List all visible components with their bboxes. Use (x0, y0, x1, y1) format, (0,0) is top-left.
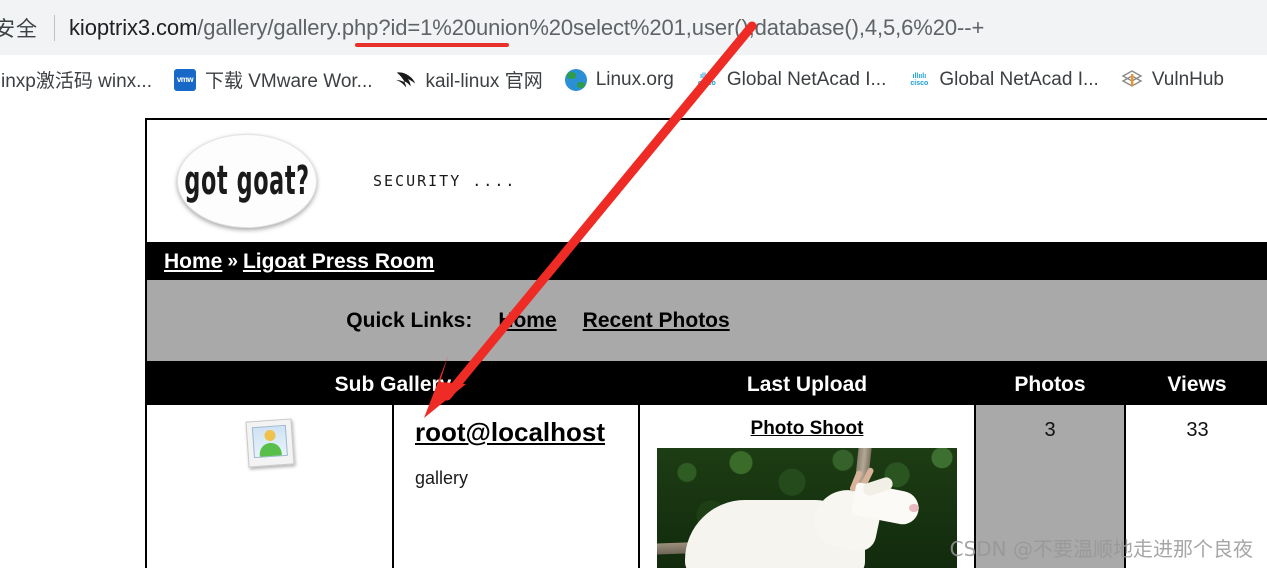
last-upload-cell: Photo Shoot (639, 405, 976, 568)
cisco-icon: ıllıılı cisco (910, 72, 929, 87)
bookmark-label: VulnHub (1151, 68, 1224, 90)
bookmark-label: 下载 VMware Wor... (204, 71, 373, 92)
bookmarks-bar: inxp激活码 winx... vmw 下载 VMware Wor... kai… (0, 56, 1267, 104)
table-header-row: Sub Gallery Last Upload Photos Views (147, 364, 1267, 405)
quick-links-label: Quick Links: (346, 308, 473, 332)
column-header-views[interactable]: Views (1125, 364, 1267, 405)
column-header-sub-gallery[interactable]: Sub Gallery (147, 364, 639, 405)
gallery-thumbnail-cell (147, 405, 394, 568)
site-container: got goat? SECURITY .... Home » Ligoat Pr… (145, 118, 1267, 568)
site-logo[interactable]: got goat? (177, 134, 317, 228)
security-status-label[interactable]: 安全 (0, 13, 38, 43)
breadcrumb-current-link[interactable]: Ligoat Press Room (243, 250, 434, 274)
bookmark-label: Global NetAcad I... (939, 68, 1099, 90)
url-path: /gallery/gallery.php?id=1%20union%20sele… (197, 14, 985, 40)
url-text[interactable]: kioptrix3.com/gallery/gallery.php?id=1%2… (69, 15, 984, 41)
breadcrumb-separator: » (227, 251, 238, 272)
omnibox-divider (54, 14, 55, 41)
vmware-icon: vmw (173, 68, 196, 91)
bookmark-vmware[interactable]: vmw 下载 VMware Wor... (173, 66, 373, 93)
bookmark-netacad-2[interactable]: ıllıılı cisco Global NetAcad I... (908, 69, 1098, 91)
site-header: got goat? SECURITY .... (147, 120, 1267, 242)
column-header-last-upload[interactable]: Last Upload (639, 364, 975, 405)
bookmark-vulnhub[interactable]: VulnHub (1121, 69, 1224, 91)
logo-text: got goat? (184, 158, 310, 204)
quick-link-home[interactable]: Home (498, 309, 556, 333)
white-goat-photo[interactable] (657, 448, 957, 568)
column-header-photos[interactable]: Photos (975, 364, 1125, 405)
bookmark-label: Linux.org (595, 68, 674, 90)
last-upload-link[interactable]: Photo Shoot (751, 418, 864, 439)
vulnhub-icon (1121, 69, 1143, 91)
bookmark-netacad-1[interactable]: ıllıılı cisco Global NetAcad I... (696, 69, 886, 91)
breadcrumb-home-link[interactable]: Home (164, 250, 222, 274)
cisco-icon: ıllıılı cisco (697, 72, 716, 87)
bookmark-kali[interactable]: kail-linux 官网 (395, 66, 543, 93)
gallery-title-cell: root@localhost gallery (393, 405, 640, 568)
photo-thumbnail-icon (244, 418, 295, 468)
page-viewport: got goat? SECURITY .... Home » Ligoat Pr… (0, 103, 1267, 568)
url-host: kioptrix3.com (69, 14, 198, 40)
bookmark-linuxorg[interactable]: Linux.org (564, 68, 674, 91)
omnibox[interactable]: 安全 kioptrix3.com/gallery/gallery.php?id=… (0, 0, 1267, 56)
breadcrumb: Home » Ligoat Press Room (147, 242, 1267, 280)
watermark: CSDN @不要温顺地走进那个良夜 (949, 537, 1253, 561)
quick-links-bar: Quick Links: Home Recent Photos (147, 280, 1267, 364)
sub-gallery-link[interactable]: root@localhost (415, 417, 605, 448)
bookmark-inxp[interactable]: inxp激活码 winx... (0, 66, 152, 93)
site-tagline: SECURITY .... (373, 172, 517, 190)
kali-dragon-icon (395, 69, 417, 91)
browser-chrome: 安全 kioptrix3.com/gallery/gallery.php?id=… (0, 0, 1267, 104)
bookmark-label: Global NetAcad I... (726, 68, 887, 90)
bookmark-label: kail-linux 官网 (425, 71, 543, 92)
bookmark-label: inxp激活码 winx... (1, 71, 152, 92)
sub-gallery-subtitle: gallery (415, 468, 469, 488)
globe-icon (564, 68, 587, 91)
url-red-underline-annotation (355, 43, 509, 47)
quick-link-recent-photos[interactable]: Recent Photos (583, 309, 730, 333)
